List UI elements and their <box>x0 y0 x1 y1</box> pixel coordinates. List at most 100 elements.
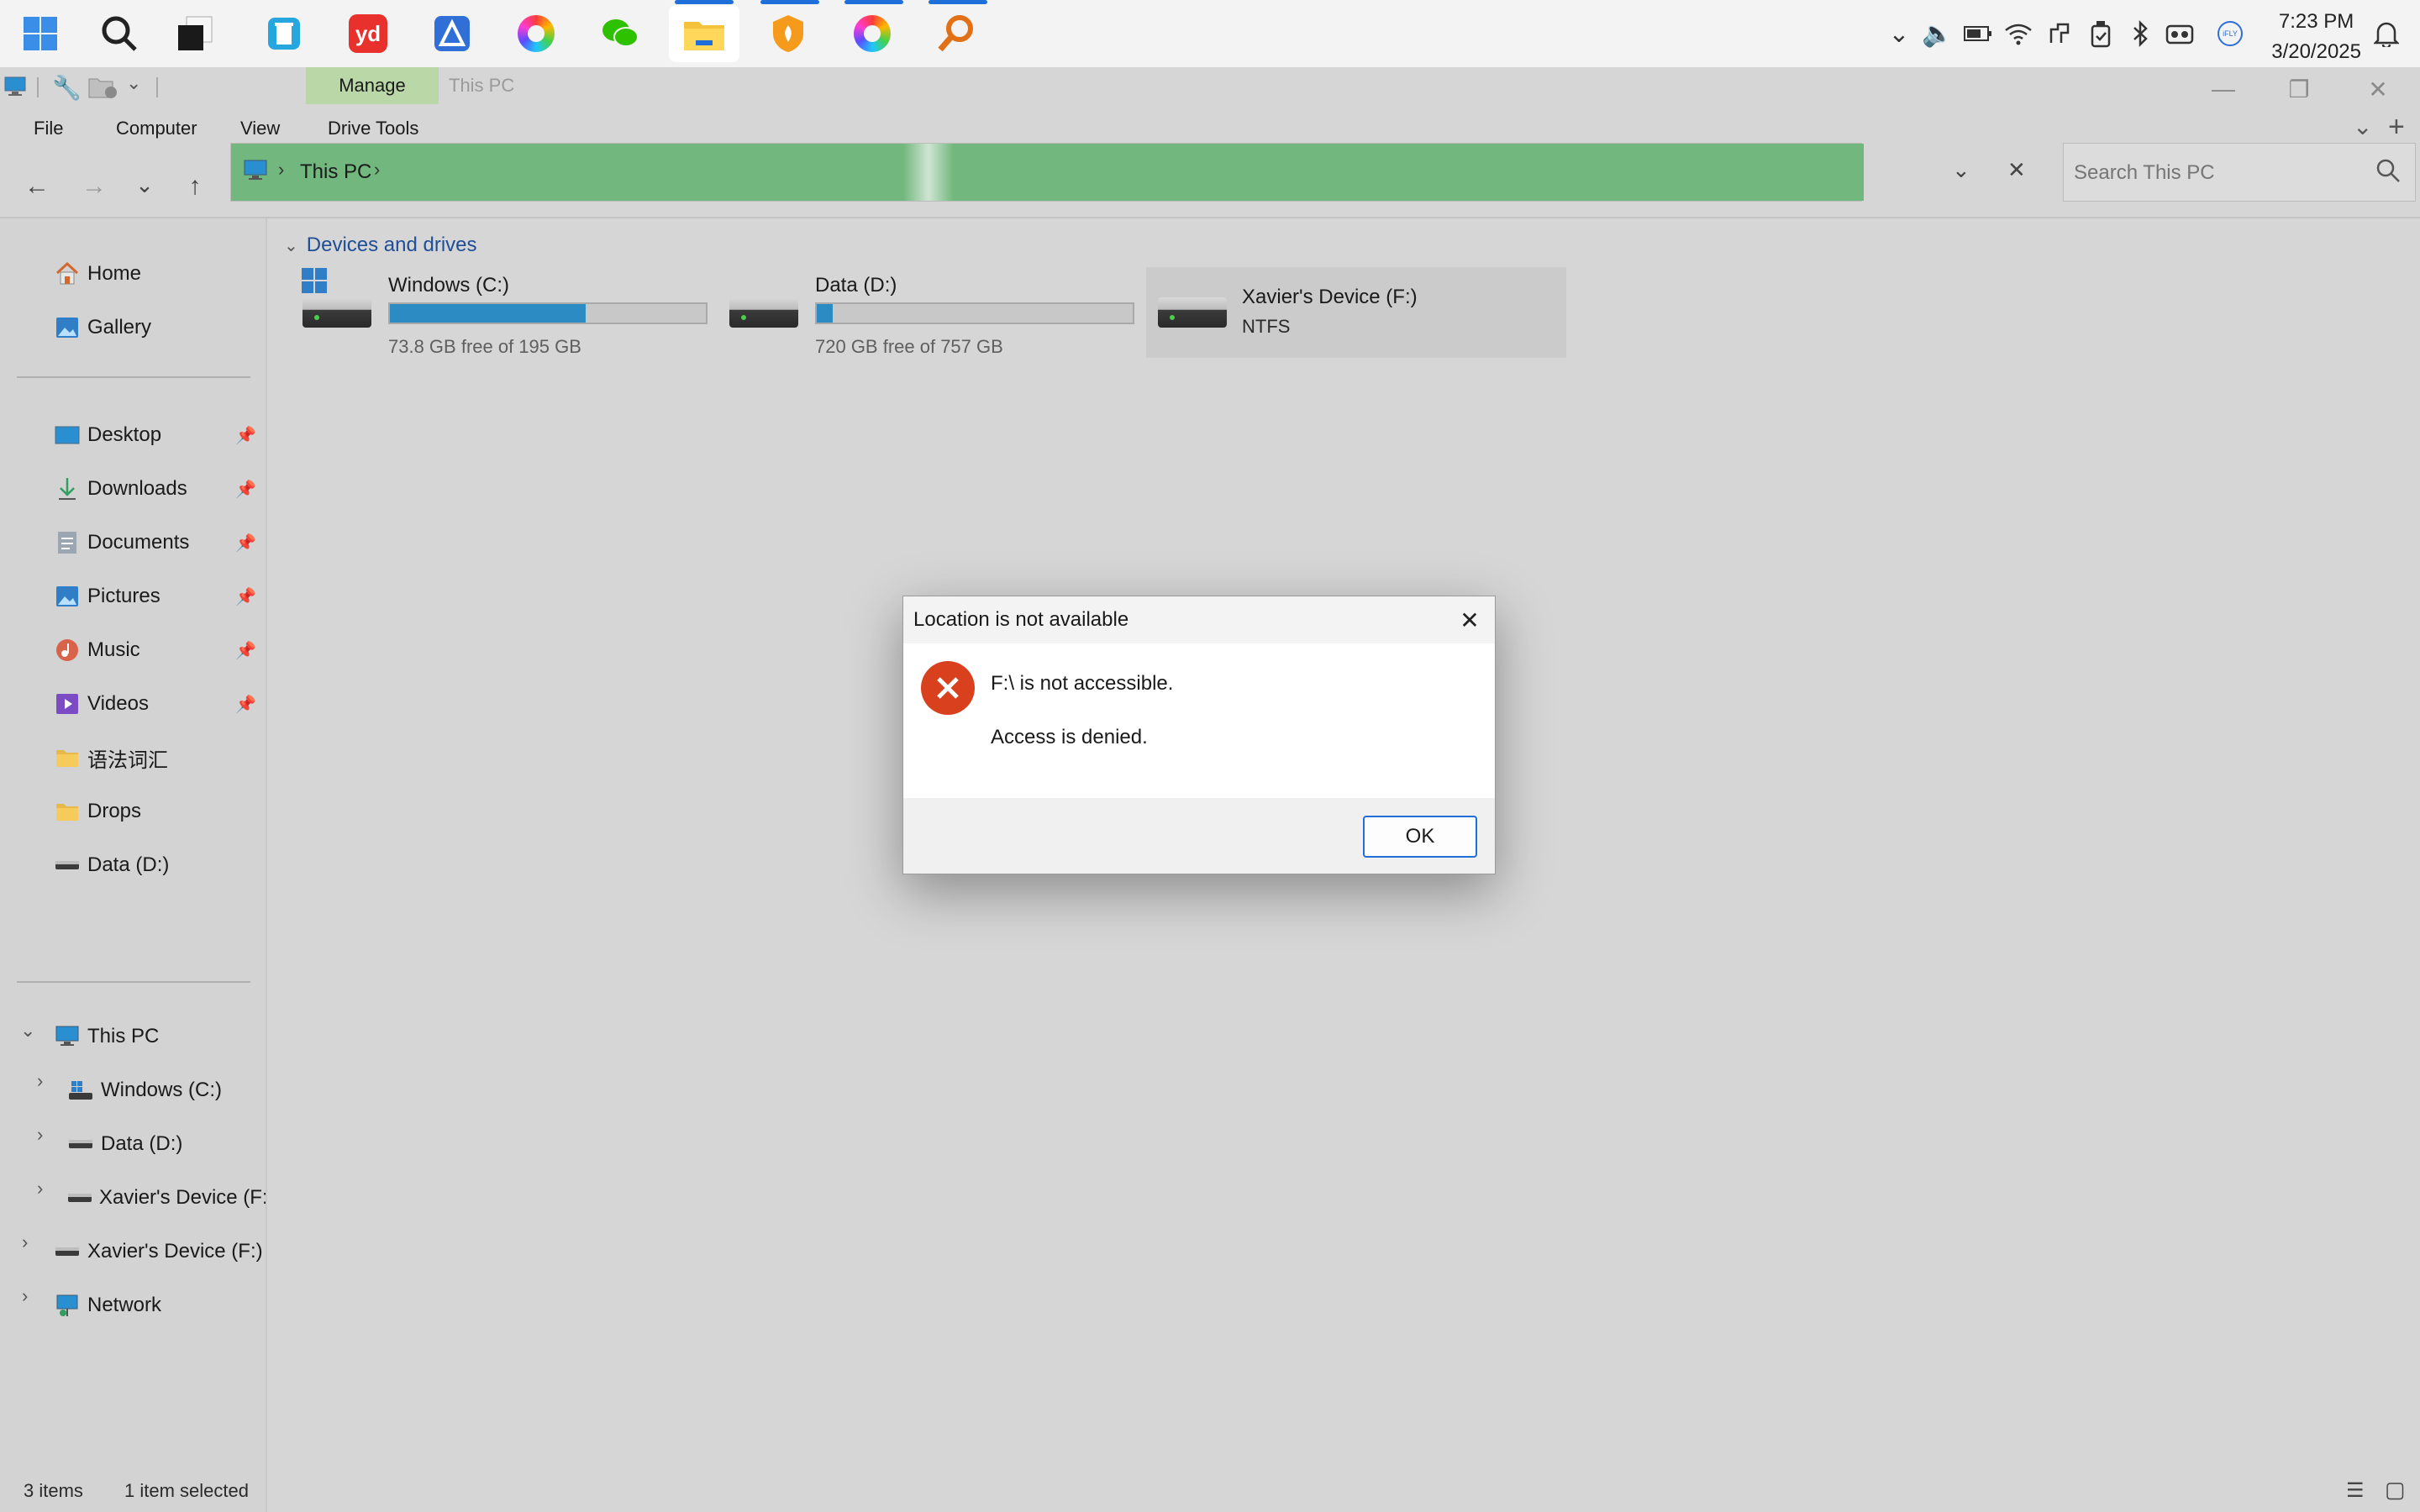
sidebar-item-tree-data-d[interactable]: Data (D:) <box>67 1124 182 1164</box>
sidebar-item-downloads[interactable]: Downloads <box>54 469 187 509</box>
search-input[interactable] <box>2072 155 2353 191</box>
tab-computer[interactable]: Computer <box>116 118 197 139</box>
expand-chevron-right-icon[interactable]: › <box>37 1070 43 1092</box>
sidebar-item-drops[interactable]: Drops <box>54 791 141 832</box>
battery-icon[interactable] <box>1963 18 1993 49</box>
dialog-title-bar: Location is not available ✕ <box>903 596 1495 643</box>
breadcrumb-this-pc[interactable]: This PC <box>300 160 371 184</box>
status-bar: 3 items 1 item selected ☰ ▢ <box>0 1470 2420 1512</box>
ifly-icon[interactable]: iFLY <box>2215 18 2245 49</box>
ribbon-expand-chevron-icon[interactable]: ⌄ <box>2353 113 2372 140</box>
tab-drive-tools[interactable]: Drive Tools <box>328 118 418 139</box>
address-bar[interactable]: › This PC › ⌄ ✕ <box>230 143 2026 202</box>
taskbar-app-recycle[interactable] <box>249 5 319 62</box>
search-icon <box>102 16 137 51</box>
taskbar-app-security[interactable] <box>753 5 823 62</box>
input-method-icon[interactable] <box>2165 18 2195 49</box>
dialog-close-icon[interactable]: ✕ <box>1451 601 1488 638</box>
wifi-icon[interactable] <box>2003 18 2033 49</box>
tab-view[interactable]: View <box>240 118 280 139</box>
expand-chevron-right-icon[interactable]: › <box>37 1124 43 1146</box>
pin-icon[interactable]: 📌 <box>235 586 256 607</box>
properties-wrench-icon[interactable]: 🔧 <box>52 74 82 102</box>
new-tab-plus-icon[interactable]: + <box>2388 111 2405 144</box>
large-icons-view-icon[interactable]: ▢ <box>2385 1477 2406 1503</box>
sidebar-item-desktop[interactable]: Desktop <box>54 415 161 455</box>
sidebar-item-label: Xavier's Device (F: <box>99 1186 266 1209</box>
new-folder-icon[interactable] <box>87 76 118 103</box>
details-view-icon[interactable]: ☰ <box>2346 1478 2365 1503</box>
expand-chevron-right-icon[interactable]: › <box>37 1178 43 1200</box>
pin-icon[interactable]: 📌 <box>235 533 256 554</box>
group-header-label: Devices and drives <box>306 234 477 256</box>
minimize-icon[interactable]: — <box>2198 72 2249 106</box>
drive-tile-data-d[interactable]: Data (D:) 720 GB free of 757 GB <box>723 267 1143 358</box>
bluetooth-icon[interactable] <box>2126 18 2156 49</box>
sidebar-item-pictures[interactable]: Pictures <box>54 576 160 617</box>
sidebar-item-this-pc[interactable]: This PC <box>54 1016 159 1057</box>
drive-usage-bar <box>815 302 1134 324</box>
forward-arrow-icon[interactable]: → <box>77 170 111 203</box>
window-title: This PC <box>449 75 515 96</box>
group-header-devices[interactable]: ⌄ Devices and drives <box>284 234 477 257</box>
address-clear-x-icon[interactable]: ✕ <box>2007 157 2026 183</box>
pin-icon[interactable]: 📌 <box>235 640 256 661</box>
sidebar-item-network[interactable]: Network <box>54 1285 161 1326</box>
recent-locations-chevron-icon[interactable]: ⌄ <box>128 168 161 202</box>
ok-button[interactable]: OK <box>1363 816 1477 858</box>
drive-usage-fill <box>390 304 587 323</box>
tray-overflow-chevron-icon[interactable]: ⌄ <box>1884 18 1914 49</box>
up-arrow-icon[interactable]: ↑ <box>178 170 212 203</box>
sidebar-item-windows-c[interactable]: Windows (C:) <box>67 1070 222 1110</box>
clock-date: 3/20/2025 <box>2271 40 2361 63</box>
sidebar-item-data-d[interactable]: Data (D:) <box>54 845 169 885</box>
magnifier-icon <box>938 15 973 52</box>
task-view-button[interactable] <box>160 5 230 62</box>
taskbar-app-wechat[interactable] <box>585 5 655 62</box>
title-bar: 🔧 ⌄ Manage This PC — ❐ ✕ <box>0 67 2420 109</box>
blue-app-icon <box>434 16 470 51</box>
wechat-icon <box>602 19 639 47</box>
usb-device-icon[interactable] <box>2086 18 2116 49</box>
taskbar-app-browser-1[interactable] <box>501 5 571 62</box>
expand-chevron-right-icon[interactable]: › <box>22 1231 28 1253</box>
notification-bell-icon[interactable] <box>2371 18 2402 49</box>
sidebar-item-music[interactable]: Music <box>54 630 140 670</box>
back-arrow-icon[interactable]: ← <box>20 170 54 203</box>
clock[interactable]: 7:23 PM 3/20/2025 <box>2271 7 2361 67</box>
security-indicator <box>760 0 819 4</box>
taskbar-app-blue[interactable] <box>417 5 487 62</box>
sidebar-item-xavier-f[interactable]: Xavier's Device (F:) <box>54 1231 263 1272</box>
drive-tile-windows-c[interactable]: Windows (C:) 73.8 GB free of 195 GB <box>296 267 716 358</box>
expand-chevron-down-icon[interactable]: ⌄ <box>20 1020 35 1042</box>
taskbar-app-youdao[interactable]: yd <box>333 5 403 62</box>
tab-file[interactable]: File <box>34 118 63 139</box>
breadcrumb-chevron-icon[interactable]: › <box>374 159 380 181</box>
taskbar-search-button[interactable] <box>84 5 155 62</box>
expand-chevron-right-icon[interactable]: › <box>22 1285 28 1307</box>
sidebar-item-tree-xavier-f[interactable]: Xavier's Device (F: <box>67 1178 266 1218</box>
manage-context-tab[interactable]: Manage <box>306 67 439 104</box>
volume-icon[interactable]: 🔈 <box>1922 18 1953 49</box>
start-button[interactable] <box>5 5 76 62</box>
pin-icon[interactable]: 📌 <box>235 425 256 446</box>
drive-tile-xavier-f[interactable]: Xavier's Device (F:) NTFS <box>1146 267 1566 358</box>
sidebar-item-videos[interactable]: Videos <box>54 684 149 724</box>
close-window-icon[interactable]: ✕ <box>2353 72 2403 106</box>
address-history-chevron-icon[interactable]: ⌄ <box>1952 157 1970 183</box>
taskbar-app-browser-2[interactable] <box>837 5 908 62</box>
qat-customize-chevron-icon[interactable]: ⌄ <box>126 72 141 94</box>
taskbar-app-file-explorer[interactable] <box>669 5 739 62</box>
search-box[interactable] <box>2063 143 2416 202</box>
restore-icon[interactable]: ❐ <box>2274 72 2324 106</box>
computer-icon <box>54 1023 81 1050</box>
sidebar-item-folder-grammar[interactable]: 语法词汇 <box>54 738 168 778</box>
pin-icon[interactable]: 📌 <box>235 479 256 500</box>
sidebar-item-documents[interactable]: Documents <box>54 522 189 563</box>
pen-icon[interactable] <box>2045 18 2075 49</box>
pin-icon[interactable]: 📌 <box>235 694 256 715</box>
search-icon[interactable] <box>2375 157 2402 190</box>
taskbar-app-everything-search[interactable] <box>921 5 992 62</box>
sidebar-item-gallery[interactable]: Gallery <box>54 307 151 348</box>
sidebar-item-home[interactable]: Home <box>54 254 141 294</box>
